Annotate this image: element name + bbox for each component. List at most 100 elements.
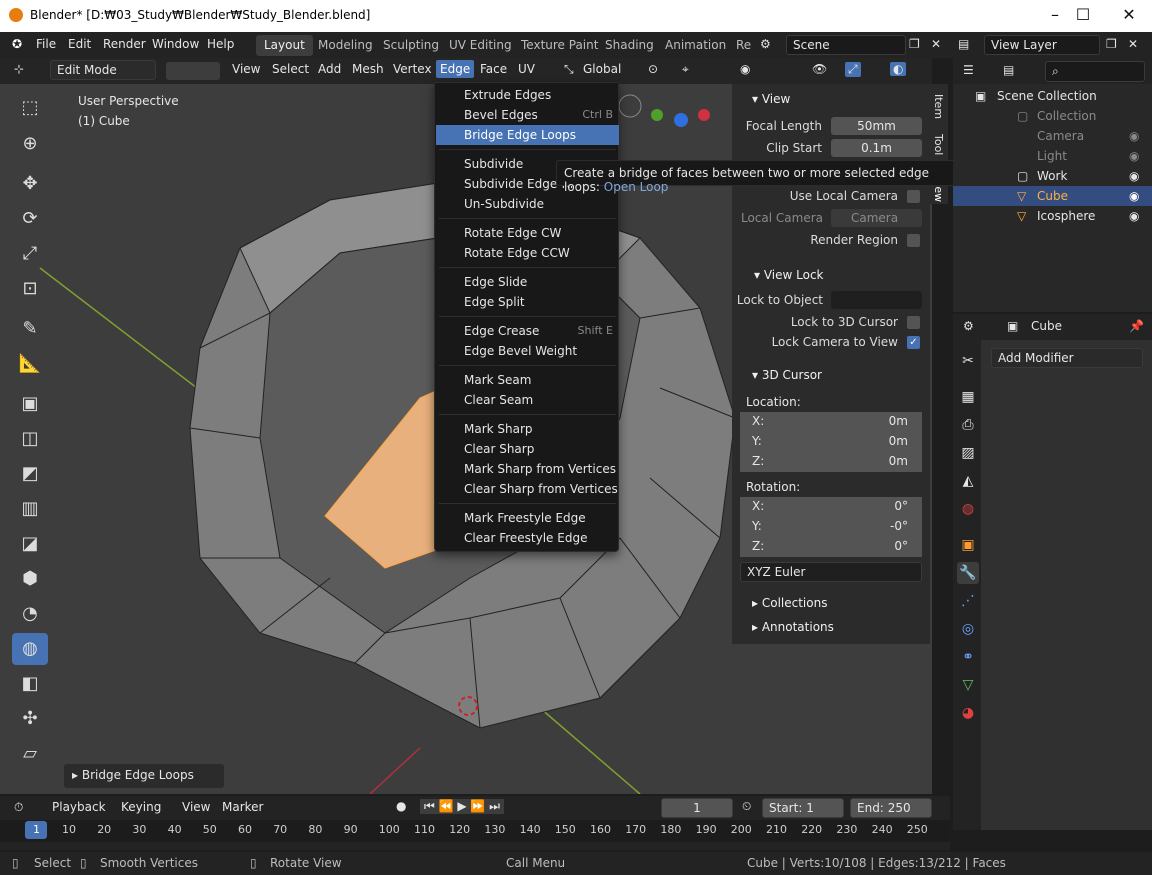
local-camera-field[interactable]: Camera xyxy=(831,209,922,227)
shear-icon[interactable]: ▱ xyxy=(12,738,48,770)
menu-item[interactable]: Rotate Edge CCW xyxy=(436,243,619,263)
outliner-row-selected[interactable]: ▽ Cube ◉ xyxy=(953,186,1152,206)
menu-edit[interactable]: Edit xyxy=(68,37,91,51)
collections-header[interactable]: ▸ Collections xyxy=(732,592,930,616)
orientation-select[interactable]: Global xyxy=(583,62,621,76)
menu-item-highlighted[interactable]: Bridge Edge Loops xyxy=(436,125,619,145)
proportional-edit-icon[interactable]: ◉ xyxy=(740,62,750,76)
tab-animation[interactable]: Animation xyxy=(657,35,734,56)
preview-range-icon[interactable]: ⏲ xyxy=(742,799,751,814)
smooth-icon[interactable]: ◍ xyxy=(12,633,48,665)
view-layer-tab-icon[interactable]: ▨ xyxy=(957,442,979,464)
header-face[interactable]: Face xyxy=(480,62,507,76)
blender-menu-icon[interactable]: ✪ xyxy=(12,37,22,51)
constraints-tab-icon[interactable]: ⚭ xyxy=(957,646,979,668)
lock-cursor-checkbox[interactable] xyxy=(907,316,920,329)
menu-item[interactable]: Edge Crease Shift E xyxy=(436,321,619,341)
timeline-editor-icon[interactable]: ⏱ xyxy=(14,800,23,815)
tool-tab-icon[interactable]: ✂ xyxy=(957,350,979,372)
select-mode-icons[interactable] xyxy=(166,62,220,80)
particles-tab-icon[interactable]: ⋰ xyxy=(957,590,979,612)
properties-editor-icon[interactable]: ⚙ xyxy=(963,319,974,333)
last-operator-panel[interactable]: ▸ Bridge Edge Loops xyxy=(64,764,224,788)
view-lock-header[interactable]: ▾ View Lock xyxy=(732,264,930,288)
data-tab-icon[interactable]: ▽ xyxy=(957,674,979,696)
scene-tab-icon[interactable]: ◭ xyxy=(957,470,979,492)
header-add[interactable]: Add xyxy=(318,62,341,76)
poly-build-icon[interactable]: ⬢ xyxy=(12,563,48,595)
pivot-icon[interactable]: ⊙ xyxy=(648,62,658,76)
display-mode-icon[interactable]: ▤ xyxy=(1003,63,1014,77)
current-frame-field[interactable]: 1 xyxy=(661,798,733,818)
rotate-icon[interactable]: ⟳ xyxy=(12,203,48,235)
outliner-search-input[interactable]: ⌕ xyxy=(1045,61,1145,82)
rotation-x-field[interactable]: X: 0° xyxy=(740,497,922,517)
remove-scene-icon[interactable]: ✕ xyxy=(931,37,941,51)
timeline-playback[interactable]: Playback xyxy=(52,800,106,814)
transform-orientation-icon[interactable]: ⤡ xyxy=(564,62,574,77)
material-tab-icon[interactable]: ◕ xyxy=(957,702,979,724)
tab-item[interactable]: Item xyxy=(932,94,945,119)
tab-modeling[interactable]: Modeling xyxy=(310,35,381,56)
outliner-row[interactable]: ▣ Scene Collection xyxy=(953,86,1152,106)
tab-shading[interactable]: Shading xyxy=(597,35,662,56)
snap-icon[interactable]: ⌖ xyxy=(682,62,689,77)
menu-help[interactable]: Help xyxy=(207,37,234,51)
header-vertex[interactable]: Vertex xyxy=(393,62,432,76)
scale-icon[interactable]: ⤢ xyxy=(12,238,48,270)
location-y-field[interactable]: Y: 0m xyxy=(740,432,922,452)
focal-length-field[interactable]: 50mm xyxy=(831,117,922,135)
eye-icon[interactable]: ◉ xyxy=(1129,189,1139,203)
menu-window[interactable]: Window xyxy=(152,37,199,51)
outliner-row[interactable]: ▢ Work ◉ xyxy=(953,166,1152,186)
outliner-row[interactable]: Light ◉ xyxy=(953,146,1152,166)
pin-icon[interactable]: 📌 xyxy=(1129,319,1144,333)
transform-icon[interactable]: ⊡ xyxy=(12,273,48,305)
location-x-field[interactable]: X: 0m xyxy=(740,412,922,432)
timeline-keying[interactable]: Keying xyxy=(121,800,161,814)
menu-item[interactable]: Clear Sharp xyxy=(436,439,619,459)
menu-item[interactable]: Edge Slide xyxy=(436,272,619,292)
minimize-icon[interactable]: – xyxy=(1040,4,1070,28)
menu-item[interactable]: Un-Subdivide xyxy=(436,194,619,214)
timeline-view[interactable]: View xyxy=(182,800,210,814)
menu-item[interactable]: Clear Sharp from Vertices xyxy=(436,479,619,499)
eye-icon[interactable]: ◉ xyxy=(1129,129,1139,143)
scene-icon[interactable]: ⚙ xyxy=(760,37,771,51)
menu-item[interactable]: Mark Sharp from Vertices xyxy=(436,459,619,479)
extrude-icon[interactable]: ▣ xyxy=(12,388,48,420)
rotation-mode-select[interactable]: XYZ Euler xyxy=(740,562,922,582)
gizmo-toggle-icon[interactable]: ⤢ xyxy=(845,62,861,77)
world-tab-icon[interactable]: ◍ xyxy=(957,498,979,520)
measure-icon[interactable]: 📐 xyxy=(12,348,48,380)
menu-item[interactable]: Clear Seam xyxy=(436,390,619,410)
rotation-y-field[interactable]: Y: -0° xyxy=(740,517,922,537)
view-section-header[interactable]: ▾ View xyxy=(732,88,930,112)
eye-icon[interactable]: ◉ xyxy=(1129,209,1139,223)
editor-type-icon[interactable]: ⊹ xyxy=(14,62,24,76)
visibility-icon[interactable]: 👁 xyxy=(812,62,827,76)
start-frame-field[interactable]: Start: 1 xyxy=(762,798,844,818)
tab-layout[interactable]: Layout xyxy=(256,35,313,56)
tab-uv-editing[interactable]: UV Editing xyxy=(441,35,520,56)
menu-item[interactable]: Extrude Edges xyxy=(436,85,619,105)
render-region-checkbox[interactable] xyxy=(907,234,920,247)
eye-icon[interactable]: ◉ xyxy=(1129,149,1139,163)
timeline-marker[interactable]: Marker xyxy=(222,800,263,814)
lock-camera-checkbox[interactable]: ✓ xyxy=(907,336,920,349)
tab-more[interactable]: Re xyxy=(728,35,759,56)
loop-cut-icon[interactable]: ▥ xyxy=(12,493,48,525)
move-icon[interactable]: ✥ xyxy=(12,168,48,200)
select-box-icon[interactable]: ⬚ xyxy=(12,92,48,124)
header-uv[interactable]: UV xyxy=(518,62,535,76)
edge-slide-icon[interactable]: ◧ xyxy=(12,668,48,700)
location-z-field[interactable]: Z: 0m xyxy=(740,452,922,472)
overlay-icon[interactable]: ◐ xyxy=(890,62,907,76)
eye-icon[interactable]: ◉ xyxy=(1129,169,1139,183)
view-layer-field[interactable]: View Layer xyxy=(984,35,1100,55)
new-scene-icon[interactable]: ❐ xyxy=(909,37,920,51)
tab-texture-paint[interactable]: Texture Paint xyxy=(513,35,606,56)
clip-start-field[interactable]: 0.1m xyxy=(831,139,922,157)
menu-item[interactable]: Clear Freestyle Edge xyxy=(436,528,619,548)
bevel-icon[interactable]: ◩ xyxy=(12,458,48,490)
